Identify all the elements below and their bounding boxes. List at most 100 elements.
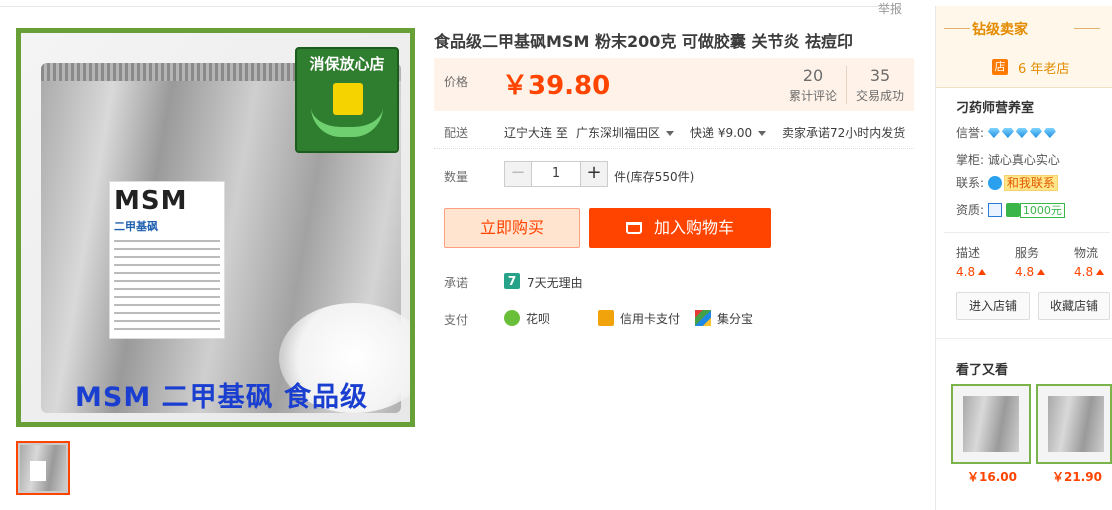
keeper-label: 掌柜: [956, 153, 985, 167]
reviews-count: 20 [802, 66, 824, 85]
score-value: 4.8 [1015, 265, 1035, 279]
payment-jifenbao-label: 集分宝 [717, 312, 754, 326]
contact-button[interactable]: 和我联系 [1003, 175, 1058, 191]
quantity-stepper: − 1 + [504, 161, 608, 187]
stock-text: 件(库存550件) [614, 170, 695, 184]
payment-jifenbao: 集分宝 [695, 310, 753, 327]
enter-shop-button[interactable]: 进入店铺 [956, 292, 1030, 320]
also-viewed-title: 看了又看 [956, 363, 1009, 378]
quantity-decrease-button[interactable]: − [505, 162, 531, 186]
destination-select[interactable]: 广东深圳福田区 [576, 124, 675, 141]
product-main-image[interactable]: 消保放心店 MSM 二甲基砜 MSM 二甲基砜 食品级 [16, 28, 415, 427]
credit-label: 信誉: [956, 126, 985, 140]
title-decoration-left [944, 28, 970, 29]
score-logistics: 物流 4.8 [1074, 244, 1105, 279]
panel-divider [936, 338, 1112, 339]
score-label: 服务 [1015, 246, 1040, 260]
huabei-icon [504, 310, 520, 326]
chevron-down-icon [758, 131, 767, 136]
score-service: 服务 4.8 [1015, 244, 1046, 279]
seven-days-icon: 7 [504, 273, 520, 289]
arrow-up-icon [978, 269, 987, 275]
consumer-protection-badge: 消保放心店 [295, 47, 399, 153]
arrow-up-icon [1037, 269, 1046, 275]
badge-title: 消保放心店 [309, 55, 385, 73]
report-link[interactable]: 举报 [878, 0, 902, 17]
product-label-card: MSM 二甲基砜 [109, 181, 225, 339]
score-label: 描述 [956, 246, 981, 260]
thumbnail-1[interactable] [16, 441, 70, 495]
favorite-shop-button[interactable]: 收藏店铺 [1038, 292, 1110, 320]
product-title: 食品级二甲基砜MSM 粉末200克 可做胶囊 关节炎 祛痘印 [434, 32, 854, 51]
deposit-icon [1005, 203, 1020, 217]
sales-stat: 35 交易成功 [852, 66, 908, 104]
payment-credit-card-label: 信用卡支付 [620, 312, 681, 326]
recommended-item-1[interactable] [951, 384, 1031, 464]
payment-huabei-label: 花呗 [526, 312, 551, 326]
diamond-icon [1029, 128, 1042, 138]
seller-level-title: 钻级卖家 [972, 22, 1028, 38]
hands-icon [311, 107, 383, 137]
shop-name[interactable]: 刁药师营养室 [956, 97, 1034, 116]
shipping-divider [434, 148, 914, 149]
add-to-cart-button[interactable]: 加入购物车 [589, 208, 771, 248]
shipping-label: 配送 [444, 126, 469, 140]
label-subtitle: 二甲基砜 [114, 220, 158, 233]
quantity-increase-button[interactable]: + [581, 162, 607, 186]
score-value: 4.8 [1074, 265, 1094, 279]
credit-row: 信誉: [956, 124, 1058, 141]
cart-icon [625, 222, 642, 234]
deposit-amount[interactable]: 1000元 [1019, 203, 1065, 218]
label-brand: MSM [114, 186, 188, 216]
destination-value: 广东深圳福田区 [576, 126, 661, 140]
shipping-from: 辽宁大连 [504, 126, 553, 140]
stat-divider [846, 66, 847, 104]
quantity-input[interactable]: 1 [531, 162, 581, 186]
shipping-method-select[interactable]: 快递 ¥9.00 [690, 124, 767, 141]
recommended-price-1: ￥16.00 [967, 470, 1017, 484]
score-description: 描述 4.8 [956, 244, 987, 279]
score-value: 4.8 [956, 265, 976, 279]
contact-label: 联系: [956, 176, 985, 190]
shipping-origin: 辽宁大连 至 [504, 124, 568, 141]
jifenbao-icon [695, 310, 711, 326]
label-fine-print [114, 240, 220, 330]
shipping-method-value: 快递 ¥9.00 [690, 126, 753, 140]
payment-huabei: 花呗 [504, 310, 550, 327]
chat-icon [987, 176, 1002, 190]
payment-credit-card: 信用卡支付 [598, 310, 680, 327]
qualification-label: 资质: [956, 203, 985, 217]
diamond-icon [1043, 128, 1056, 138]
shipping-to-word: 至 [555, 126, 568, 140]
recommended-item-2[interactable] [1036, 384, 1112, 464]
buy-now-button[interactable]: 立即购买 [444, 208, 580, 248]
reviews-stat[interactable]: 20 累计评论 [784, 66, 842, 104]
contact-row: 联系: 和我联系 [956, 174, 1058, 191]
recommended-price-2: ￥21.90 [1052, 470, 1102, 484]
recommended-image [963, 396, 1019, 452]
sales-label: 交易成功 [855, 89, 904, 103]
payment-label: 支付 [444, 313, 469, 327]
credit-card-icon [598, 310, 614, 326]
shop-icon: 店 [992, 59, 1008, 75]
promise-text[interactable]: 7天无理由 [527, 274, 583, 291]
arrow-up-icon [1096, 269, 1105, 275]
image-caption: MSM 二甲基砜 食品级 [75, 382, 368, 413]
recommended-image [1048, 396, 1104, 452]
quantity-label: 数量 [444, 170, 469, 184]
keeper-row: 掌柜: 诚心真心实心 [956, 151, 1060, 168]
qualification-row: 资质: 1000元 [956, 201, 1065, 218]
seller-divider [944, 232, 1110, 233]
promise-label: 承诺 [444, 276, 469, 290]
top-divider [0, 6, 880, 7]
chevron-down-icon [666, 131, 675, 136]
reviews-label: 累计评论 [788, 89, 837, 103]
add-to-cart-label: 加入购物车 [653, 218, 734, 237]
keeper-name: 诚心真心实心 [987, 153, 1060, 167]
id-card-icon[interactable] [987, 203, 1002, 217]
score-label: 物流 [1074, 246, 1099, 260]
sales-count: 35 [869, 66, 891, 85]
diamond-icon [1015, 128, 1028, 138]
price-value: ￥39.80 [502, 71, 611, 101]
price-label: 价格 [444, 75, 469, 89]
